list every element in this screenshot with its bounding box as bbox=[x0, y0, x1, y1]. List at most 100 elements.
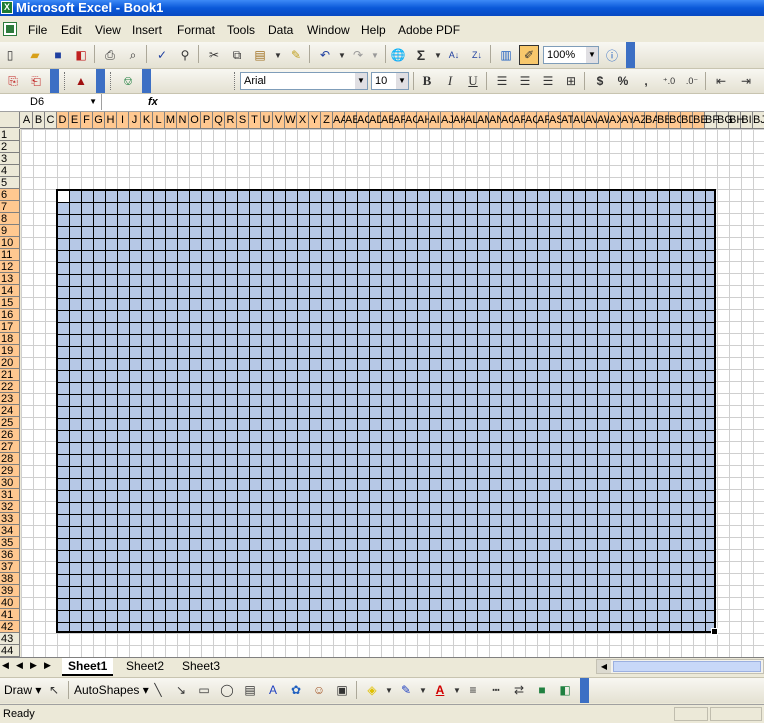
row-header[interactable]: 19 bbox=[0, 345, 19, 357]
row-header[interactable]: 27 bbox=[0, 441, 19, 453]
research-icon[interactable]: ⚲ bbox=[175, 45, 195, 65]
chevron-down-icon[interactable]: ▼ bbox=[89, 94, 97, 110]
column-header[interactable]: BF bbox=[705, 112, 719, 128]
row-header[interactable]: 25 bbox=[0, 417, 19, 429]
cut-icon[interactable]: ✂ bbox=[204, 45, 224, 65]
wordart-icon[interactable]: A bbox=[263, 680, 283, 700]
column-header[interactable]: BA bbox=[645, 112, 660, 128]
row-header[interactable]: 37 bbox=[0, 561, 19, 573]
menu-tools[interactable]: Tools bbox=[227, 23, 255, 37]
arrow-icon[interactable]: ↘ bbox=[171, 680, 191, 700]
column-header[interactable]: BE bbox=[693, 112, 708, 128]
currency-button[interactable]: $ bbox=[590, 71, 610, 91]
row-header[interactable]: 44 bbox=[0, 645, 19, 657]
row-header[interactable]: 32 bbox=[0, 501, 19, 513]
column-header[interactable]: AZ bbox=[633, 112, 647, 128]
column-header[interactable]: AK bbox=[453, 112, 468, 128]
print-preview-icon[interactable]: ⌕ bbox=[123, 45, 143, 65]
column-header[interactable]: BJ bbox=[753, 112, 764, 128]
align-left-icon[interactable]: ☰ bbox=[492, 71, 512, 91]
column-header[interactable]: G bbox=[93, 112, 105, 128]
menu-view[interactable]: View bbox=[95, 23, 121, 37]
excel-app-icon[interactable]: X bbox=[1, 1, 13, 14]
shadow-style-icon[interactable]: ■ bbox=[532, 680, 552, 700]
percent-button[interactable]: % bbox=[613, 71, 633, 91]
redo-dropdown-icon[interactable]: ▼ bbox=[365, 45, 385, 65]
drawing-toolbar-options-icon[interactable] bbox=[580, 678, 589, 703]
diagram-icon[interactable]: ✿ bbox=[286, 680, 306, 700]
decrease-decimal-icon[interactable]: .0⁻ bbox=[682, 71, 702, 91]
column-header[interactable]: AI bbox=[429, 112, 441, 128]
column-header[interactable]: AR bbox=[537, 112, 552, 128]
paste-icon[interactable]: ▤ bbox=[250, 45, 270, 65]
column-header[interactable]: R bbox=[225, 112, 237, 128]
menu-data[interactable]: Data bbox=[268, 23, 293, 37]
column-header[interactable]: AH bbox=[417, 112, 432, 128]
menu-edit[interactable]: Edit bbox=[61, 23, 82, 37]
row-header[interactable]: 16 bbox=[0, 309, 19, 321]
acrobat-toolbar-options-icon[interactable] bbox=[96, 69, 105, 93]
workbook-icon[interactable] bbox=[3, 22, 17, 36]
review-icon[interactable]: ⎊ bbox=[118, 71, 138, 91]
row-header[interactable]: 21 bbox=[0, 369, 19, 381]
row-header[interactable]: 28 bbox=[0, 453, 19, 465]
sort-ascending-icon[interactable]: A↓ bbox=[444, 45, 464, 65]
convert-and-email-icon[interactable]: ⎗ bbox=[26, 71, 46, 91]
column-header[interactable]: AM bbox=[477, 112, 494, 128]
row-header[interactable]: 1 bbox=[0, 129, 19, 141]
underline-button[interactable]: U bbox=[463, 71, 483, 91]
row-header[interactable]: 2 bbox=[0, 141, 19, 153]
save-icon[interactable]: ■ bbox=[48, 45, 68, 65]
3d-style-icon[interactable]: ◧ bbox=[555, 680, 575, 700]
scroll-thumb[interactable] bbox=[613, 661, 761, 672]
row-header[interactable]: 3 bbox=[0, 153, 19, 165]
column-header[interactable]: AN bbox=[489, 112, 504, 128]
convert-to-pdf-icon[interactable]: ⎘ bbox=[3, 71, 23, 91]
column-header[interactable]: S bbox=[237, 112, 249, 128]
row-header[interactable]: 26 bbox=[0, 429, 19, 441]
new-icon[interactable]: ▯ bbox=[0, 45, 20, 65]
align-center-icon[interactable]: ☰ bbox=[515, 71, 535, 91]
spelling-icon[interactable]: ✓ bbox=[152, 45, 172, 65]
insert-function-icon[interactable]: fx bbox=[148, 94, 158, 110]
row-header[interactable]: 34 bbox=[0, 525, 19, 537]
last-sheet-icon[interactable]: ▶ bbox=[44, 660, 51, 671]
column-header[interactable]: T bbox=[249, 112, 261, 128]
sheet-tab-3[interactable]: Sheet3 bbox=[176, 658, 226, 674]
pdf-toolbar-options-icon[interactable] bbox=[50, 69, 59, 93]
increase-decimal-icon[interactable]: ⁺.0 bbox=[659, 71, 679, 91]
column-header[interactable]: AV bbox=[585, 112, 599, 128]
row-header[interactable]: 39 bbox=[0, 585, 19, 597]
row-header[interactable]: 6 bbox=[0, 189, 19, 201]
picture-icon[interactable]: ▣ bbox=[332, 680, 352, 700]
row-header[interactable]: 30 bbox=[0, 477, 19, 489]
text-box-icon[interactable]: ▤ bbox=[240, 680, 260, 700]
row-header[interactable]: 35 bbox=[0, 537, 19, 549]
column-header[interactable]: J bbox=[129, 112, 141, 128]
acrobat-icon[interactable]: ▲ bbox=[71, 71, 91, 91]
row-header[interactable]: 38 bbox=[0, 573, 19, 585]
row-header[interactable]: 18 bbox=[0, 333, 19, 345]
column-header[interactable]: AO bbox=[501, 112, 517, 128]
menu-help[interactable]: Help bbox=[361, 23, 386, 37]
row-header[interactable]: 23 bbox=[0, 393, 19, 405]
column-header[interactable]: BD bbox=[681, 112, 696, 128]
row-header[interactable]: 40 bbox=[0, 597, 19, 609]
italic-button[interactable]: I bbox=[440, 71, 460, 91]
column-header[interactable]: AG bbox=[405, 112, 421, 128]
oval-icon[interactable]: ◯ bbox=[217, 680, 237, 700]
first-sheet-icon[interactable]: ◀ bbox=[2, 660, 9, 671]
name-box[interactable]: D6 ▼ bbox=[0, 94, 102, 110]
horizontal-scrollbar[interactable]: ◀ bbox=[596, 659, 764, 674]
column-header[interactable]: Z bbox=[321, 112, 333, 128]
column-header[interactable]: H bbox=[105, 112, 117, 128]
review-toolbar-options-icon[interactable] bbox=[142, 69, 151, 93]
hyperlink-icon[interactable]: 🌐 bbox=[388, 45, 408, 65]
decrease-indent-icon[interactable]: ⇤ bbox=[711, 71, 731, 91]
column-header[interactable]: BC bbox=[669, 112, 684, 128]
prev-sheet-icon[interactable]: ◀ bbox=[16, 660, 23, 671]
column-header[interactable]: K bbox=[141, 112, 153, 128]
row-header[interactable]: 33 bbox=[0, 513, 19, 525]
column-header[interactable]: BI bbox=[741, 112, 753, 128]
chart-wizard-icon[interactable]: ▥ bbox=[496, 45, 516, 65]
